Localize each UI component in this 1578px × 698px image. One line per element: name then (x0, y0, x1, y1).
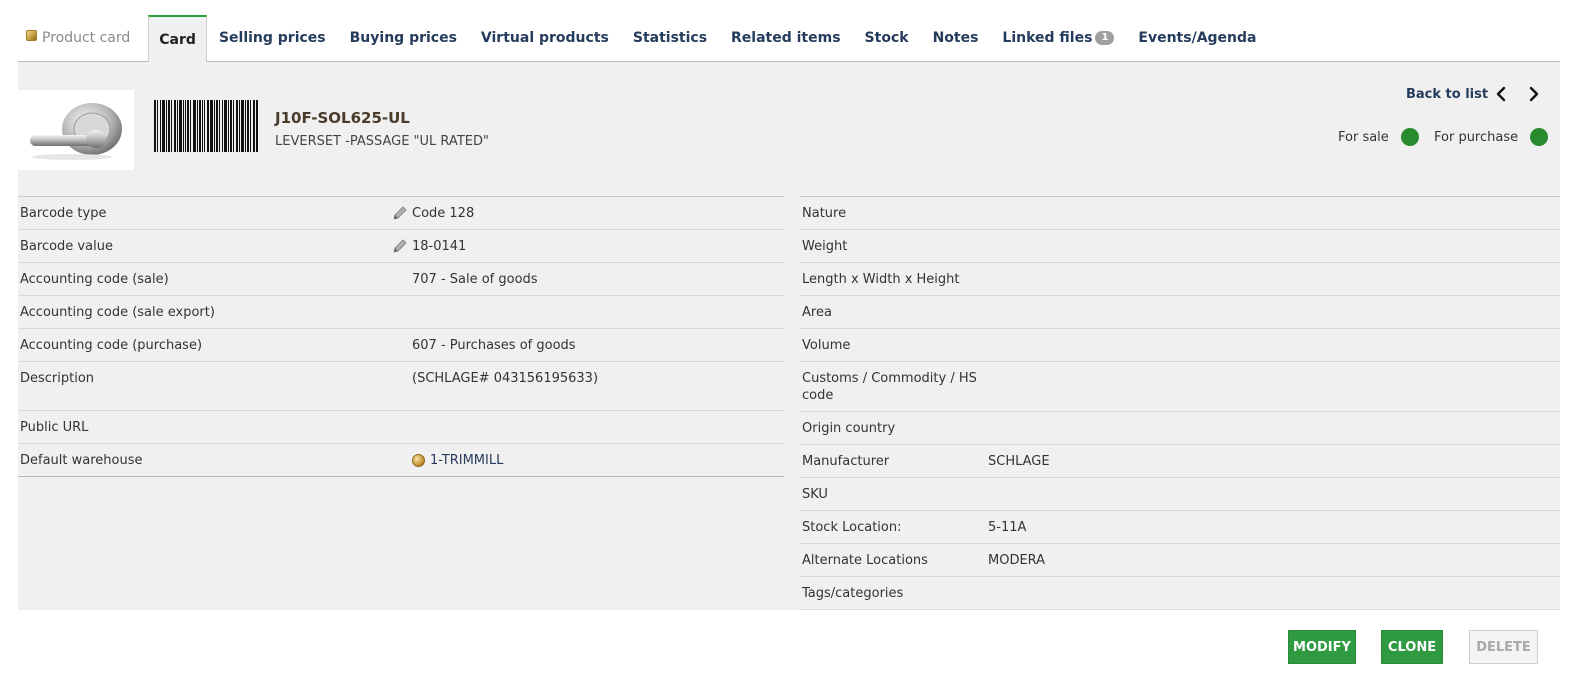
tab-related-items[interactable]: Related items (719, 15, 853, 61)
right-field-table: Nature Weight Length x Width x Height Ar… (800, 196, 1560, 610)
field-label: Origin country (802, 421, 896, 436)
delete-button[interactable]: DELETE (1469, 630, 1538, 664)
default-warehouse-link[interactable]: 1-TRIMMILL (412, 452, 503, 469)
for-sale-indicator[interactable] (1400, 128, 1419, 146)
field-value: 5-11A (988, 520, 1027, 535)
for-purchase-indicator[interactable] (1530, 128, 1549, 146)
field-value: (SCHLAGE# 043156195633) (412, 371, 599, 386)
field-row-tags-categories: Tags/categories (800, 577, 1560, 610)
field-label: Accounting code (purchase) (20, 338, 203, 353)
field-label: Customs / Commodity / HS code (802, 371, 977, 403)
field-row-origin-country: Origin country (800, 412, 1560, 445)
linked-files-count-badge: 1 (1095, 31, 1115, 45)
field-label: Length x Width x Height (802, 272, 960, 287)
field-label: Stock Location: (802, 520, 902, 535)
tab-notes[interactable]: Notes (921, 15, 991, 61)
for-sale-status: For sale (1338, 128, 1419, 146)
tab-stock[interactable]: Stock (853, 15, 921, 61)
field-row-public-url: Public URL (18, 411, 784, 444)
field-row-accounting-sale: Accounting code (sale) 707 - Sale of goo… (18, 263, 784, 296)
field-row-alternate-locations: Alternate Locations MODERA (800, 544, 1560, 577)
field-label: Public URL (20, 420, 89, 435)
field-row-barcode-type: Barcode type Code 128 (18, 197, 784, 230)
product-card-title: Product card (18, 15, 148, 61)
field-label: Weight (802, 239, 848, 254)
tab-bar: Product card Card Selling prices Buying … (18, 15, 1560, 63)
previous-icon[interactable] (1493, 85, 1509, 103)
tab-selling-prices[interactable]: Selling prices (207, 15, 338, 61)
field-row-dimensions: Length x Width x Height (800, 263, 1560, 296)
field-value: Code 128 (412, 206, 475, 221)
field-value: 707 - Sale of goods (412, 272, 538, 287)
field-row-manufacturer: Manufacturer SCHLAGE (800, 445, 1560, 478)
field-label: Description (20, 371, 95, 386)
field-label: Nature (802, 206, 847, 221)
field-row-area: Area (800, 296, 1560, 329)
field-value: SCHLAGE (988, 454, 1050, 469)
field-label: Accounting code (sale) (20, 272, 169, 287)
product-panel: J10F-SOL625-UL LEVERSET -PASSAGE "UL RAT… (18, 62, 1560, 610)
field-label: Accounting code (sale export) (20, 305, 215, 320)
tab-linked-files-label: Linked files (1002, 30, 1093, 46)
pencil-icon[interactable] (392, 238, 412, 254)
tab-card[interactable]: Card (148, 15, 207, 63)
field-label: Manufacturer (802, 454, 890, 469)
field-label: Tags/categories (802, 586, 904, 601)
warehouse-icon (412, 454, 425, 467)
field-row-description: Description (SCHLAGE# 043156195633) (18, 362, 784, 411)
field-row-customs-code: Customs / Commodity / HS code (800, 362, 1560, 412)
field-label: Area (802, 305, 832, 320)
tab-statistics[interactable]: Statistics (621, 15, 719, 61)
left-field-table: Barcode type Code 128 Barcode value 18-0… (18, 196, 784, 477)
tab-virtual-products[interactable]: Virtual products (469, 15, 621, 61)
field-row-volume: Volume (800, 329, 1560, 362)
field-value: 18-0141 (412, 239, 467, 254)
tab-events-agenda[interactable]: Events/Agenda (1126, 15, 1268, 61)
field-row-nature: Nature (800, 197, 1560, 230)
field-row-accounting-purchase: Accounting code (purchase) 607 - Purchas… (18, 329, 784, 362)
field-row-default-warehouse: Default warehouse 1-TRIMMILL (18, 444, 784, 477)
field-row-barcode-value: Barcode value 18-0141 (18, 230, 784, 263)
for-purchase-status: For purchase (1434, 128, 1549, 146)
field-label: Alternate Locations (802, 553, 928, 568)
product-card-label: Product card (42, 30, 131, 46)
for-purchase-label: For purchase (1434, 129, 1519, 145)
pencil-icon[interactable] (392, 205, 412, 221)
modify-button[interactable]: MODIFY (1288, 630, 1356, 664)
barcode-image (154, 100, 258, 152)
field-row-sku: SKU (800, 478, 1560, 511)
product-photo (18, 90, 134, 170)
field-row-stock-location: Stock Location: 5-11A (800, 511, 1560, 544)
field-label: Volume (802, 338, 851, 353)
field-label: Default warehouse (20, 453, 143, 468)
field-row-weight: Weight (800, 230, 1560, 263)
field-value: 607 - Purchases of goods (412, 338, 576, 353)
tab-buying-prices[interactable]: Buying prices (338, 15, 469, 61)
product-ref: J10F-SOL625-UL (275, 109, 410, 127)
tab-linked-files[interactable]: Linked files 1 (990, 15, 1126, 61)
field-value: MODERA (988, 553, 1046, 568)
next-icon[interactable] (1526, 85, 1542, 103)
warehouse-name: 1-TRIMMILL (430, 453, 504, 468)
clone-button[interactable]: CLONE (1381, 630, 1443, 664)
back-to-list-link[interactable]: Back to list (1406, 87, 1488, 102)
field-label: Barcode type (20, 206, 107, 221)
field-row-accounting-sale-export: Accounting code (sale export) (18, 296, 784, 329)
product-label: LEVERSET -PASSAGE "UL RATED" (275, 134, 489, 149)
for-sale-label: For sale (1338, 129, 1389, 145)
field-label: SKU (802, 487, 828, 502)
field-label: Barcode value (20, 239, 113, 254)
product-icon (26, 29, 37, 41)
